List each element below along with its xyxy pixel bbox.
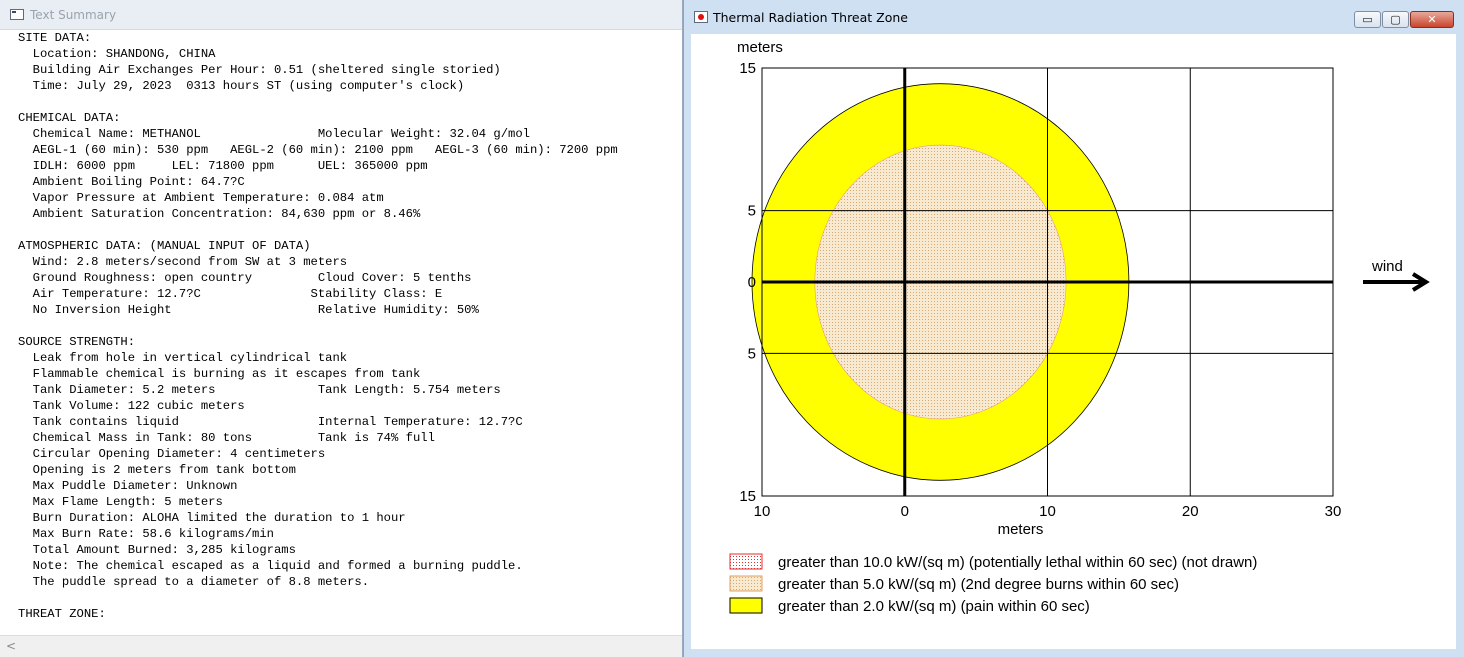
legend-swatch <box>729 575 763 592</box>
y-tick-label: 5 <box>748 345 756 362</box>
threat-zone-chart: 10 0 10 20 30 15 5 0 5 15 meters meters wind greater… <box>729 39 1430 615</box>
minimize-button[interactable]: ▭ <box>1354 11 1381 28</box>
minimize-icon: ▭ <box>1362 13 1373 26</box>
text-summary-content: SITE DATA: Location: SHANDONG, CHINA Bui… <box>18 30 618 622</box>
y-axis-label: meters <box>737 39 783 56</box>
summary-line: Max Flame Length: 5 meters <box>18 495 223 509</box>
x-tick-label: 10 <box>1039 503 1056 520</box>
summary-line: Note: The chemical escaped as a liquid a… <box>18 559 523 573</box>
horizontal-scrollbar[interactable]: < <box>0 635 682 657</box>
maximize-icon: ▢ <box>1390 13 1401 26</box>
threat-zone-plot-area: 10 0 10 20 30 15 5 0 5 15 meters meters wind greater… <box>691 34 1456 649</box>
summary-line: No Inversion Height Relative Humidity: 5… <box>18 303 479 317</box>
y-tick-label: 15 <box>739 488 756 505</box>
summary-line: The puddle spread to a diameter of 8.8 m… <box>18 575 370 589</box>
x-axis-label: meters <box>998 521 1044 538</box>
summary-line: Leak from hole in vertical cylindrical t… <box>18 351 348 365</box>
summary-line: Ground Roughness: open country Cloud Cov… <box>18 271 472 285</box>
summary-line: Air Temperature: 12.7?C Stability Class:… <box>18 287 443 301</box>
summary-line: Wind: 2.8 meters/second from SW at 3 met… <box>18 255 348 269</box>
summary-line: Tank Diameter: 5.2 meters Tank Length: 5… <box>18 383 501 397</box>
summary-line: Tank contains liquid Internal Temperatur… <box>18 415 523 429</box>
threat-zone-titlebar[interactable]: Thermal Radiation Threat Zone ▭ ▢ ✕ <box>684 0 1464 34</box>
wind-label: wind <box>1371 258 1403 275</box>
text-summary-titlebar[interactable]: Text Summary <box>0 0 682 30</box>
x-tick-label: 30 <box>1325 503 1342 520</box>
threat-zone-title: Thermal Radiation Threat Zone <box>713 9 908 25</box>
summary-line: Location: SHANDONG, CHINA <box>18 47 216 61</box>
summary-line: Building Air Exchanges Per Hour: 0.51 (s… <box>18 63 501 77</box>
legend-swatch <box>729 597 763 614</box>
summary-line: Time: July 29, 2023 0313 hours ST (using… <box>18 79 465 93</box>
summary-line: CHEMICAL DATA: <box>18 111 121 125</box>
summary-line: AEGL-1 (60 min): 530 ppm AEGL-2 (60 min)… <box>18 143 618 157</box>
summary-line: Ambient Saturation Concentration: 84,630… <box>18 207 421 221</box>
summary-line: IDLH: 6000 ppm LEL: 71800 ppm UEL: 36500… <box>18 159 428 173</box>
summary-line: Burn Duration: ALOHA limited the duratio… <box>18 511 406 525</box>
y-tick-label: 15 <box>739 60 756 77</box>
x-tick-label: 0 <box>901 503 909 520</box>
x-tick-label: 10 <box>754 503 771 520</box>
x-tick-label: 20 <box>1182 503 1199 520</box>
maximize-button[interactable]: ▢ <box>1382 11 1409 28</box>
summary-line: SITE DATA: <box>18 31 92 45</box>
y-tick-label: 0 <box>748 274 756 291</box>
legend-label: greater than 2.0 kW/(sq m) (pain within … <box>778 598 1090 615</box>
scroll-left-arrow-icon[interactable]: < <box>6 639 16 653</box>
summary-line: SOURCE STRENGTH: <box>18 335 136 349</box>
app-window-icon <box>10 9 24 20</box>
summary-line: THREAT ZONE: <box>18 607 106 621</box>
summary-line: Chemical Mass in Tank: 80 tons Tank is 7… <box>18 431 435 445</box>
close-icon: ✕ <box>1427 13 1437 26</box>
text-summary-window: Text Summary SITE DATA: Location: SHANDO… <box>0 0 683 657</box>
summary-line: Circular Opening Diameter: 4 centimeters <box>18 447 326 461</box>
summary-line: Flammable chemical is burning as it esca… <box>18 367 421 381</box>
summary-line: Max Burn Rate: 58.6 kilograms/min <box>18 527 274 541</box>
summary-line: Total Amount Burned: 3,285 kilograms <box>18 543 296 557</box>
text-summary-title: Text Summary <box>30 7 117 22</box>
summary-line: Chemical Name: METHANOL Molecular Weight… <box>18 127 530 141</box>
legend-label: greater than 10.0 kW/(sq m) (potentially… <box>778 554 1257 571</box>
legend-swatch <box>729 553 763 570</box>
y-tick-label: 5 <box>748 203 756 220</box>
legend-label: greater than 5.0 kW/(sq m) (2nd degree b… <box>778 576 1179 593</box>
threat-zone-window-icon <box>694 11 708 23</box>
summary-line: Vapor Pressure at Ambient Temperature: 0… <box>18 191 384 205</box>
summary-line: Max Puddle Diameter: Unknown <box>18 479 238 493</box>
summary-line: Tank Volume: 122 cubic meters <box>18 399 245 413</box>
summary-line: Opening is 2 meters from tank bottom <box>18 463 296 477</box>
summary-line: ATMOSPHERIC DATA: (MANUAL INPUT OF DATA) <box>18 239 311 253</box>
summary-line: Ambient Boiling Point: 64.7?C <box>18 175 245 189</box>
threat-zone-window: Thermal Radiation Threat Zone ▭ ▢ ✕ 10 0… <box>683 0 1464 657</box>
close-button[interactable]: ✕ <box>1410 11 1454 28</box>
